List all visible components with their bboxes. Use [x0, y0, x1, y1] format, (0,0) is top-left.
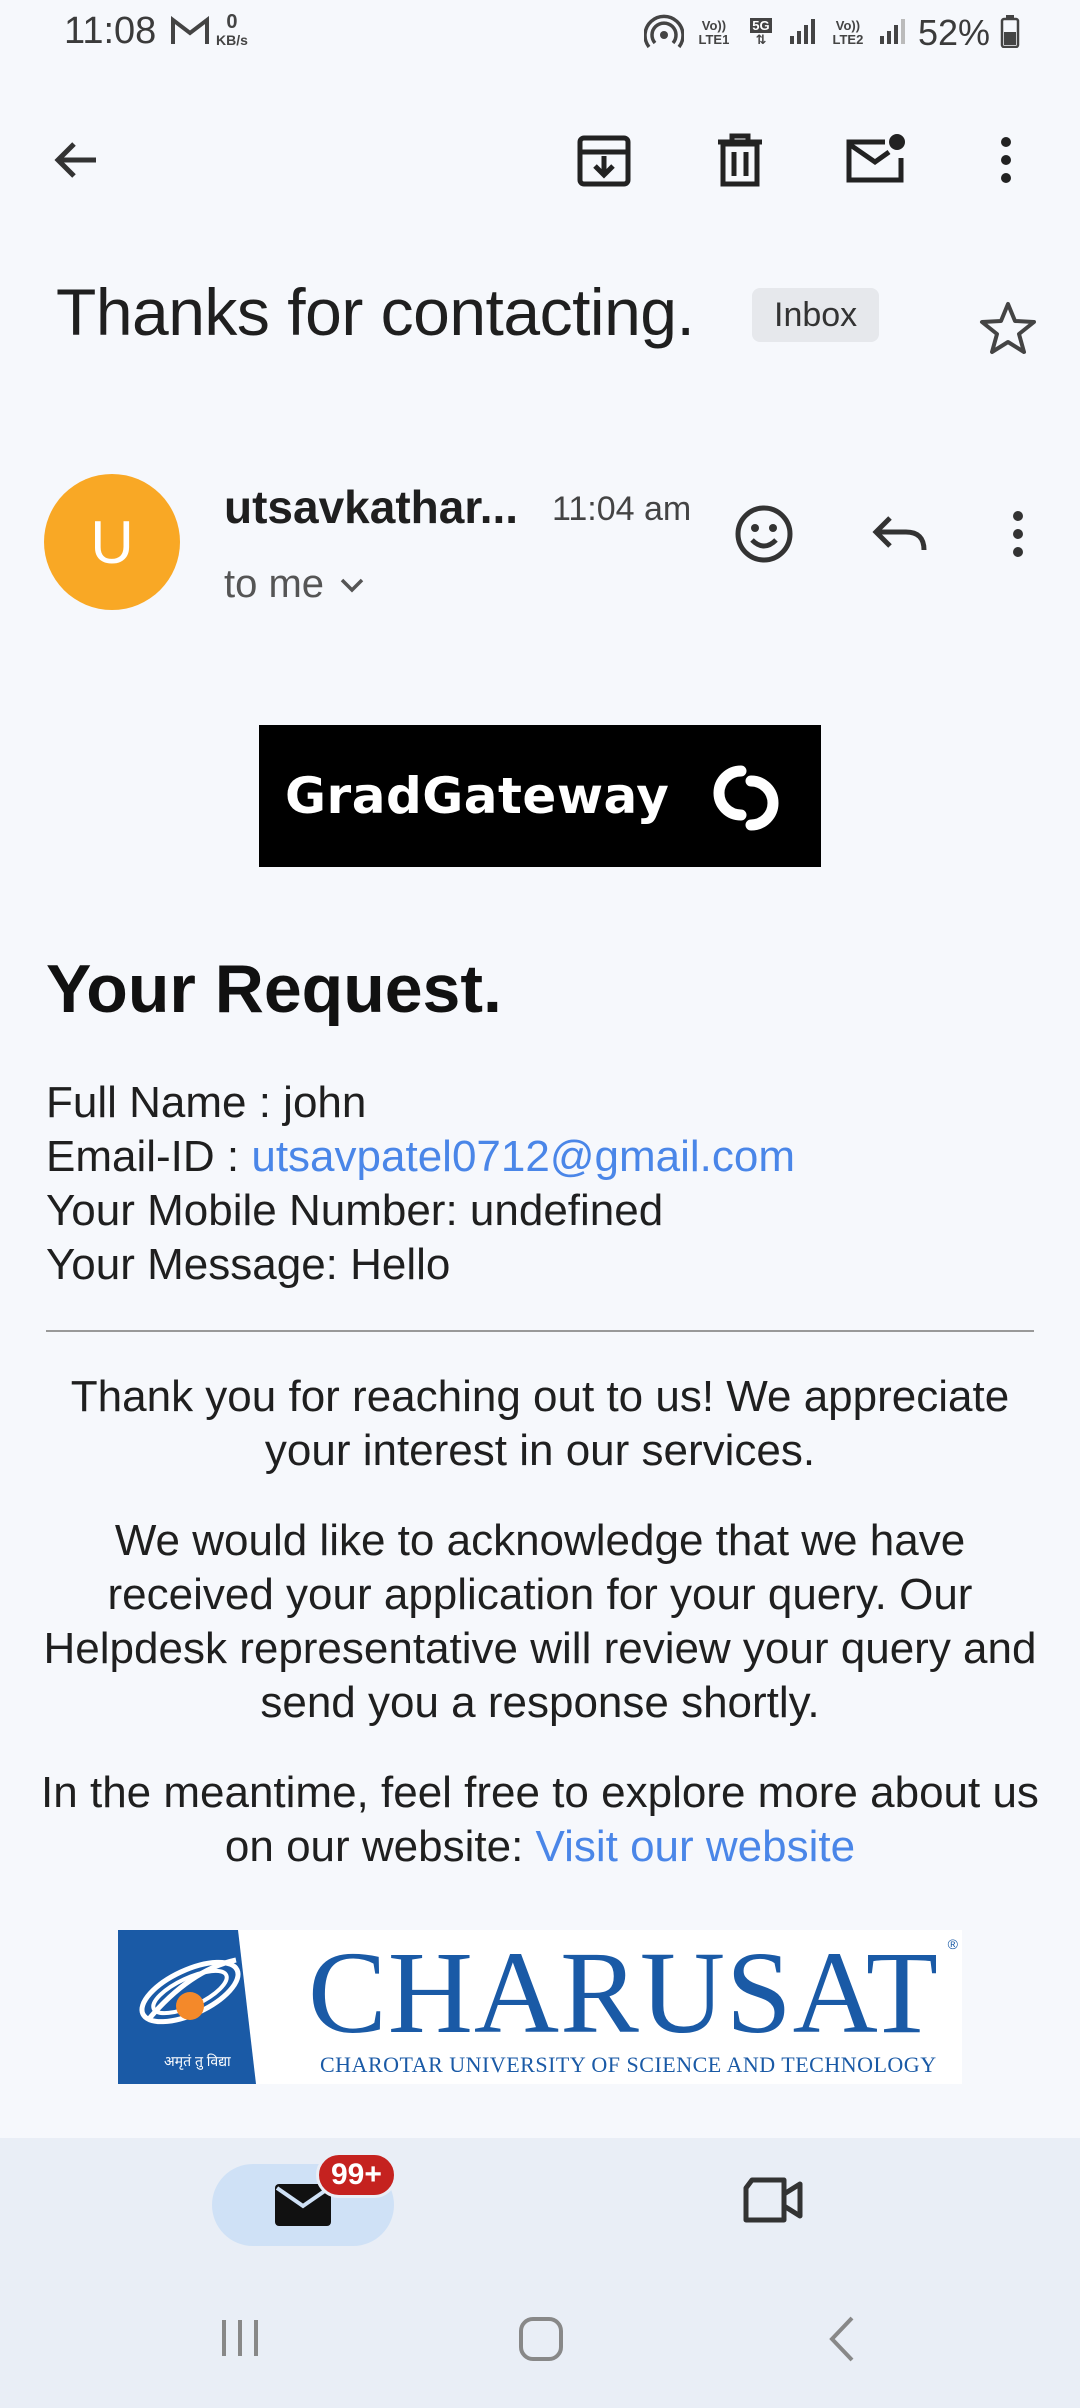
inbox-label[interactable]: Inbox [752, 288, 880, 342]
charusat-name: CHARUSAT [308, 1930, 939, 2058]
signal-1-icon [788, 16, 818, 51]
recent-apps-button[interactable] [216, 2314, 264, 2367]
gmail-notification-icon [170, 15, 210, 51]
email-subject: Thanks for contacting. [56, 275, 695, 349]
acknowledge-paragraph: We would like to acknowledge that we hav… [43, 1516, 1037, 1727]
request-details: Full Name : john Email-ID : utsavpatel07… [46, 1076, 795, 1292]
reply-button[interactable] [866, 500, 934, 573]
star-icon [980, 302, 1036, 354]
archive-button[interactable] [572, 128, 636, 192]
sender-avatar[interactable]: U [44, 474, 180, 610]
charusat-logo: अमृतं तु विद्या CHARUSAT CHAROTAR UNIVER… [118, 1930, 962, 2084]
email-link[interactable]: utsavpatel0712@gmail.com [251, 1132, 795, 1181]
detail-mobile: Your Mobile Number: undefined [46, 1186, 664, 1235]
battery-icon [1000, 14, 1020, 53]
more-options-button[interactable] [974, 128, 1038, 192]
system-nav-bar [0, 2300, 1080, 2400]
trash-icon [718, 133, 762, 187]
back-arrow-icon [54, 142, 96, 178]
recent-apps-icon [222, 2320, 258, 2356]
signal-2-icon [878, 16, 908, 51]
network-speed: 0 KB/s [216, 11, 248, 48]
email-time: 11:04 am [552, 490, 692, 528]
status-time: 11:08 [64, 10, 157, 52]
add-reaction-button[interactable] [730, 500, 798, 573]
message-more-button[interactable] [1000, 500, 1036, 573]
star-button[interactable] [978, 300, 1038, 361]
hotspot-icon [643, 13, 685, 54]
back-button[interactable] [44, 128, 108, 192]
charusat-fullname: CHAROTAR UNIVERSITY OF SCIENCE AND TECHN… [320, 2052, 937, 2077]
status-bar: 11:08 0 KB/s Vo)) LTE1 5G ⇅ Vo)) LTE2 52% [0, 0, 1080, 72]
back-chevron-icon [829, 2316, 854, 2362]
detail-email: Email-ID : utsavpatel0712@gmail.com [46, 1132, 795, 1181]
home-icon [519, 2317, 563, 2361]
thanks-paragraph: Thank you for reaching out to us! We app… [70, 1372, 1010, 1475]
home-button[interactable] [516, 2314, 566, 2369]
delete-button[interactable] [708, 128, 772, 192]
detail-full-name: Full Name : john [46, 1078, 367, 1127]
meet-tab[interactable] [742, 2176, 804, 2229]
emoji-icon [735, 505, 793, 563]
charusat-motto: अमृतं तु विद्या [164, 2053, 231, 2069]
volte2-indicator: Vo)) LTE2 [832, 18, 864, 47]
gradgateway-logo: GradGateway [259, 725, 821, 867]
logo-text: GradGateway [285, 767, 670, 825]
status-icons: Vo)) LTE1 5G ⇅ Vo)) LTE2 52% [643, 12, 1020, 54]
battery-percent: 52% [917, 12, 990, 53]
5g-indicator: 5G ⇅ [750, 18, 772, 47]
unread-badge: 99+ [316, 2152, 397, 2198]
video-camera-icon [743, 2177, 803, 2223]
system-back-button[interactable] [822, 2314, 862, 2369]
mark-unread-button[interactable] [844, 128, 908, 192]
recipient-details-toggle[interactable]: to me [224, 562, 366, 607]
gradgateway-mark-icon [713, 765, 779, 831]
recipient-label: to me [224, 562, 325, 606]
mark-unread-icon [846, 134, 905, 183]
more-vert-icon [1013, 511, 1023, 557]
request-heading: Your Request. [46, 951, 502, 1027]
sender-name[interactable]: utsavkathar... [224, 480, 518, 534]
divider [46, 1330, 1034, 1332]
archive-icon [577, 135, 631, 187]
registered-mark: ® [947, 1936, 958, 1952]
volte1-indicator: Vo)) LTE1 [698, 18, 730, 47]
email-toolbar [0, 110, 1080, 210]
chevron-down-icon [340, 578, 364, 592]
website-paragraph: In the meantime, feel free to explore mo… [41, 1768, 1039, 1871]
reply-icon [872, 516, 927, 551]
more-vert-icon [1001, 137, 1011, 183]
visit-website-link[interactable]: Visit our website [536, 1822, 856, 1871]
detail-message: Your Message: Hello [46, 1240, 451, 1289]
